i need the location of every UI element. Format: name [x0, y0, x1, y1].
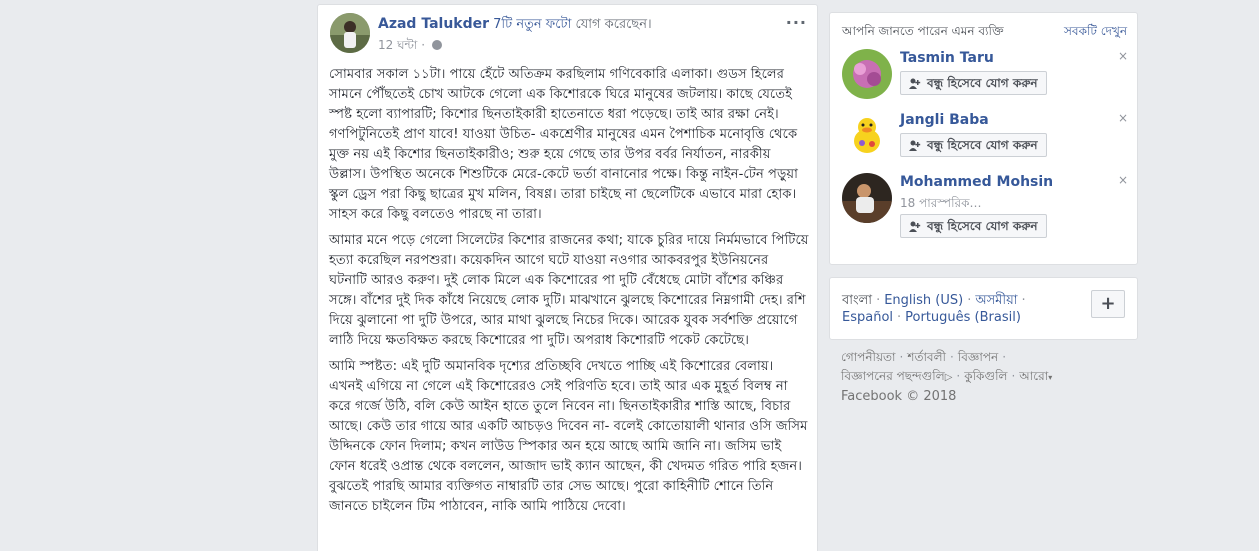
post-options-button[interactable]: ··· [786, 13, 807, 32]
dismiss-close-icon[interactable]: × [1118, 49, 1128, 63]
people-you-may-know: আপনি জানতে পারেন এমন ব্যক্তি সবকটি দেখুন… [829, 12, 1138, 265]
separator: · [876, 293, 881, 308]
post-action-text: যোগ করেছেন। [575, 17, 652, 32]
mutual-friends[interactable]: 18 পারস্পরিক… [900, 195, 982, 215]
add-friend-label: বন্ধু হিসেবে যোগ করুন [927, 76, 1038, 90]
language-row: Español · Português (Brasil) [842, 310, 1021, 325]
post-paragraph: আমার মনে পড়ে গেলো সিলেটের কিশোর রাজনের … [329, 233, 809, 348]
language-link-spanish[interactable]: Español [842, 310, 893, 325]
footer-links: বিজ্ঞাপনের পছন্দগুলি▷ · কুকিগুলি · আরো▾ [841, 369, 1053, 383]
author-avatar[interactable] [330, 13, 370, 53]
person-name[interactable]: Jangli Baba [900, 112, 989, 128]
avatar[interactable] [842, 173, 892, 223]
footer-link-more[interactable]: আরো [1019, 369, 1048, 383]
pymk-person: Jangli Baba বন্ধু হিসেবে যোগ করুন × [842, 111, 1132, 167]
add-friend-label: বন্ধু হিসেবে যোগ করুন [927, 219, 1038, 233]
pymk-person: Mohammed Mohsin 18 পারস্পরিক… বন্ধু হিসে… [842, 173, 1132, 238]
language-link-english[interactable]: English (US) [884, 293, 963, 308]
post-card: Azad Talukder 7টি নতুন ফটো যোগ করেছেন। 1… [317, 4, 818, 551]
language-selector: বাংলা · English (US) · অসমীয়া · Español · Port… [829, 277, 1138, 340]
footer: গোপনীয়তা · শর্তাবলী · বিজ্ঞাপন · বিজ্ঞাপনের … [841, 348, 1141, 406]
post-header: Azad Talukder 7টি নতুন ফটো যোগ করেছেন। 1… [330, 13, 807, 59]
add-friend-button[interactable]: বন্ধু হিসেবে যোগ করুন [900, 71, 1047, 95]
footer-links: গোপনীয়তা · শর্তাবলী · বিজ্ঞাপন · [841, 350, 1007, 364]
add-friend-label: বন্ধু হিসেবে যোগ করুন [927, 138, 1038, 152]
footer-link-ad-choices[interactable]: বিজ্ঞাপনের পছন্দগুলি [841, 369, 945, 383]
footer-link-terms[interactable]: শর্তাবলী [907, 350, 946, 364]
author-name[interactable]: Azad Talukder [378, 16, 489, 32]
add-friend-icon [909, 78, 921, 89]
dismiss-close-icon[interactable]: × [1118, 173, 1128, 187]
see-all-link[interactable]: সবকটি দেখুন [1064, 23, 1127, 43]
footer-link-advertising[interactable]: বিজ্ঞাপন [958, 350, 998, 364]
separator: · [1021, 293, 1026, 308]
avatar[interactable] [842, 111, 892, 161]
more-languages-button[interactable]: + [1091, 290, 1125, 318]
separator: · [897, 310, 902, 325]
pymk-person: Tasmin Taru বন্ধু হিসেবে যোগ করুন × [842, 49, 1132, 105]
post-paragraph: আমি স্পষ্টত: এই দুটি অমানবিক দৃশ্যের প্র… [329, 359, 808, 514]
footer-link-cookies[interactable]: কুকিগুলি [964, 369, 1007, 383]
add-friend-icon [909, 140, 921, 151]
person-name[interactable]: Mohammed Mohsin [900, 174, 1053, 190]
copyright: Facebook © 2018 [841, 389, 957, 404]
chevron-down-icon: ▾ [1048, 373, 1053, 382]
dismiss-close-icon[interactable]: × [1118, 111, 1128, 125]
avatar[interactable] [842, 49, 892, 99]
post-meta: 12 ঘন্টা · [378, 37, 442, 57]
add-friend-button[interactable]: বন্ধু হিসেবে যোগ করুন [900, 214, 1047, 238]
post-time[interactable]: 12 ঘন্টা · [378, 38, 425, 52]
footer-link-privacy[interactable]: গোপনীয়তা [841, 350, 896, 364]
post-paragraph: সোমবার সকাল ১১টা। পায়ে হেঁটে অতিক্রম কর… [329, 67, 798, 222]
current-language: বাংলা [842, 293, 873, 308]
pymk-header: আপনি জানতে পারেন এমন ব্যক্তি সবকটি দেখুন [842, 23, 1127, 43]
pymk-title: আপনি জানতে পারেন এমন ব্যক্তি [842, 24, 1004, 38]
language-link-assamese[interactable]: অসমীয়া [975, 293, 1017, 308]
language-link-portuguese[interactable]: Português (Brasil) [905, 310, 1021, 325]
add-friend-button[interactable]: বন্ধু হিসেবে যোগ করুন [900, 133, 1047, 157]
person-name[interactable]: Tasmin Taru [900, 50, 994, 66]
post-header-line: Azad Talukder 7টি নতুন ফটো যোগ করেছেন। [378, 15, 767, 36]
ad-choices-icon: ▷ [944, 372, 953, 383]
post-body: সোমবার সকাল ১১টা। পায়ে হেঁটে অতিক্রম কর… [329, 65, 809, 523]
separator: · [967, 293, 972, 308]
globe-icon [431, 40, 442, 50]
add-friend-icon [909, 221, 921, 232]
language-row: বাংলা · English (US) · অসমীয়া · [842, 291, 1030, 312]
new-photos-link[interactable]: 7টি নতুন ফটো [493, 17, 571, 32]
